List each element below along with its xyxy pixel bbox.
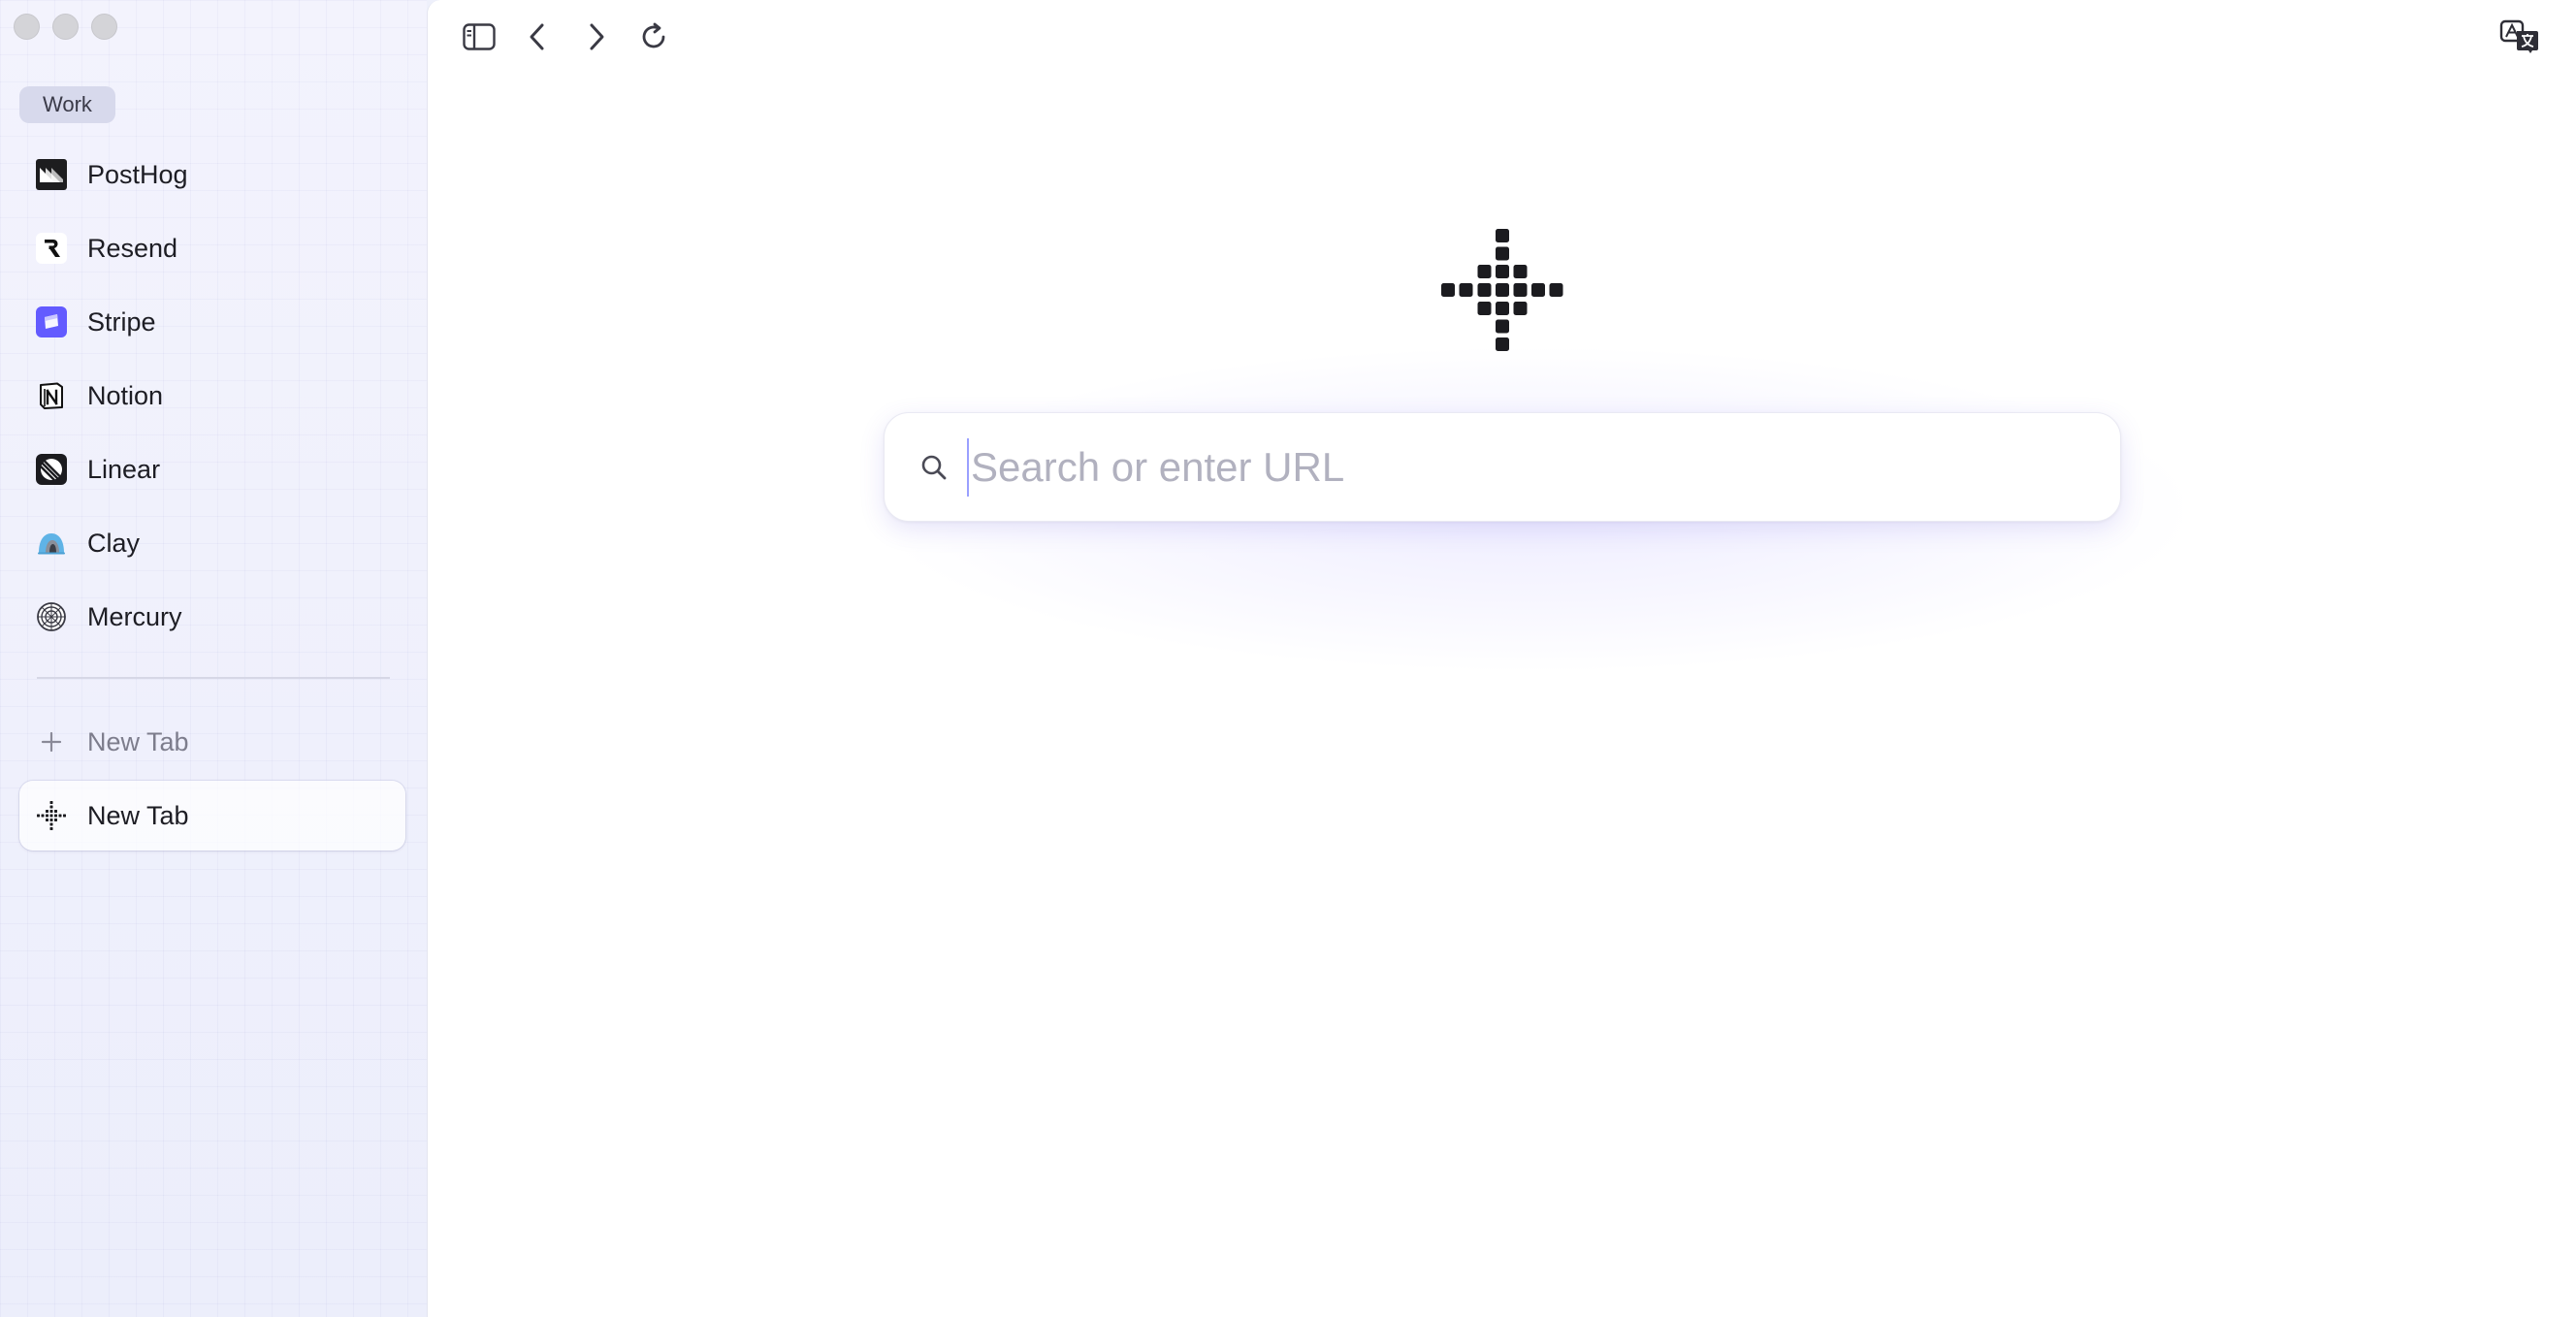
browser-window: Work PostHog Resend Stripe Notion Linear… <box>0 0 2576 1317</box>
sidebar-toggle-button[interactable] <box>460 19 499 58</box>
pinned-tab-label: Mercury <box>87 601 182 631</box>
pinned-tab-resend[interactable]: Resend <box>19 211 405 285</box>
pinned-tab-label: PostHog <box>87 159 188 189</box>
sidebar-toggle-icon <box>463 22 496 55</box>
minimize-window-button[interactable] <box>52 14 79 40</box>
pinned-tab-linear[interactable]: Linear <box>19 433 405 506</box>
toolbar <box>428 0 2576 78</box>
space-switcher[interactable]: Work <box>19 86 115 123</box>
browser-logo-icon <box>36 800 67 831</box>
close-window-button[interactable] <box>14 14 40 40</box>
sidebar-divider <box>37 677 390 679</box>
pinned-tab-posthog[interactable]: PostHog <box>19 138 405 211</box>
pinned-tabs: PostHog Resend Stripe Notion Linear Clay… <box>19 138 405 654</box>
pinned-tab-label: Resend <box>87 233 178 263</box>
pinned-tab-notion[interactable]: Notion <box>19 359 405 433</box>
pinned-tab-stripe[interactable]: Stripe <box>19 285 405 359</box>
browser-logo-icon <box>1441 229 1563 351</box>
mercury-icon <box>36 601 67 632</box>
translate-icon <box>2499 19 2540 59</box>
pinned-tab-mercury[interactable]: Mercury <box>19 580 405 654</box>
window-controls <box>14 14 117 40</box>
content-area <box>427 0 2576 1317</box>
forward-button[interactable] <box>577 19 616 58</box>
search-bar[interactable] <box>884 412 2121 522</box>
back-button[interactable] <box>518 19 557 58</box>
linear-icon <box>36 454 67 485</box>
search-icon <box>915 448 953 487</box>
sidebar: Work PostHog Resend Stripe Notion Linear… <box>0 0 427 1317</box>
translate-button[interactable] <box>2499 19 2540 59</box>
browser-logo <box>1439 227 1565 353</box>
pinned-tab-clay[interactable]: Clay <box>19 506 405 580</box>
active-tab-label: New Tab <box>87 800 189 830</box>
clay-icon <box>36 528 67 559</box>
pinned-tab-label: Stripe <box>87 306 156 337</box>
reload-button[interactable] <box>634 19 673 58</box>
pinned-tab-label: Linear <box>87 454 161 484</box>
new-tab-button-label: New Tab <box>87 726 189 756</box>
pinned-tab-label: Clay <box>87 528 141 558</box>
new-tab-button[interactable]: New Tab <box>19 705 405 779</box>
tab-new-tab-active[interactable]: New Tab <box>19 781 405 851</box>
reload-icon <box>639 22 668 56</box>
posthog-icon <box>36 159 67 190</box>
back-icon <box>528 22 547 56</box>
plus-icon <box>36 726 67 757</box>
forward-icon <box>587 22 606 56</box>
pinned-tab-label: Notion <box>87 380 164 410</box>
resend-icon <box>36 233 67 264</box>
zoom-window-button[interactable] <box>91 14 117 40</box>
search-input[interactable] <box>967 437 2034 497</box>
notion-icon <box>36 380 67 411</box>
stripe-icon <box>36 306 67 337</box>
